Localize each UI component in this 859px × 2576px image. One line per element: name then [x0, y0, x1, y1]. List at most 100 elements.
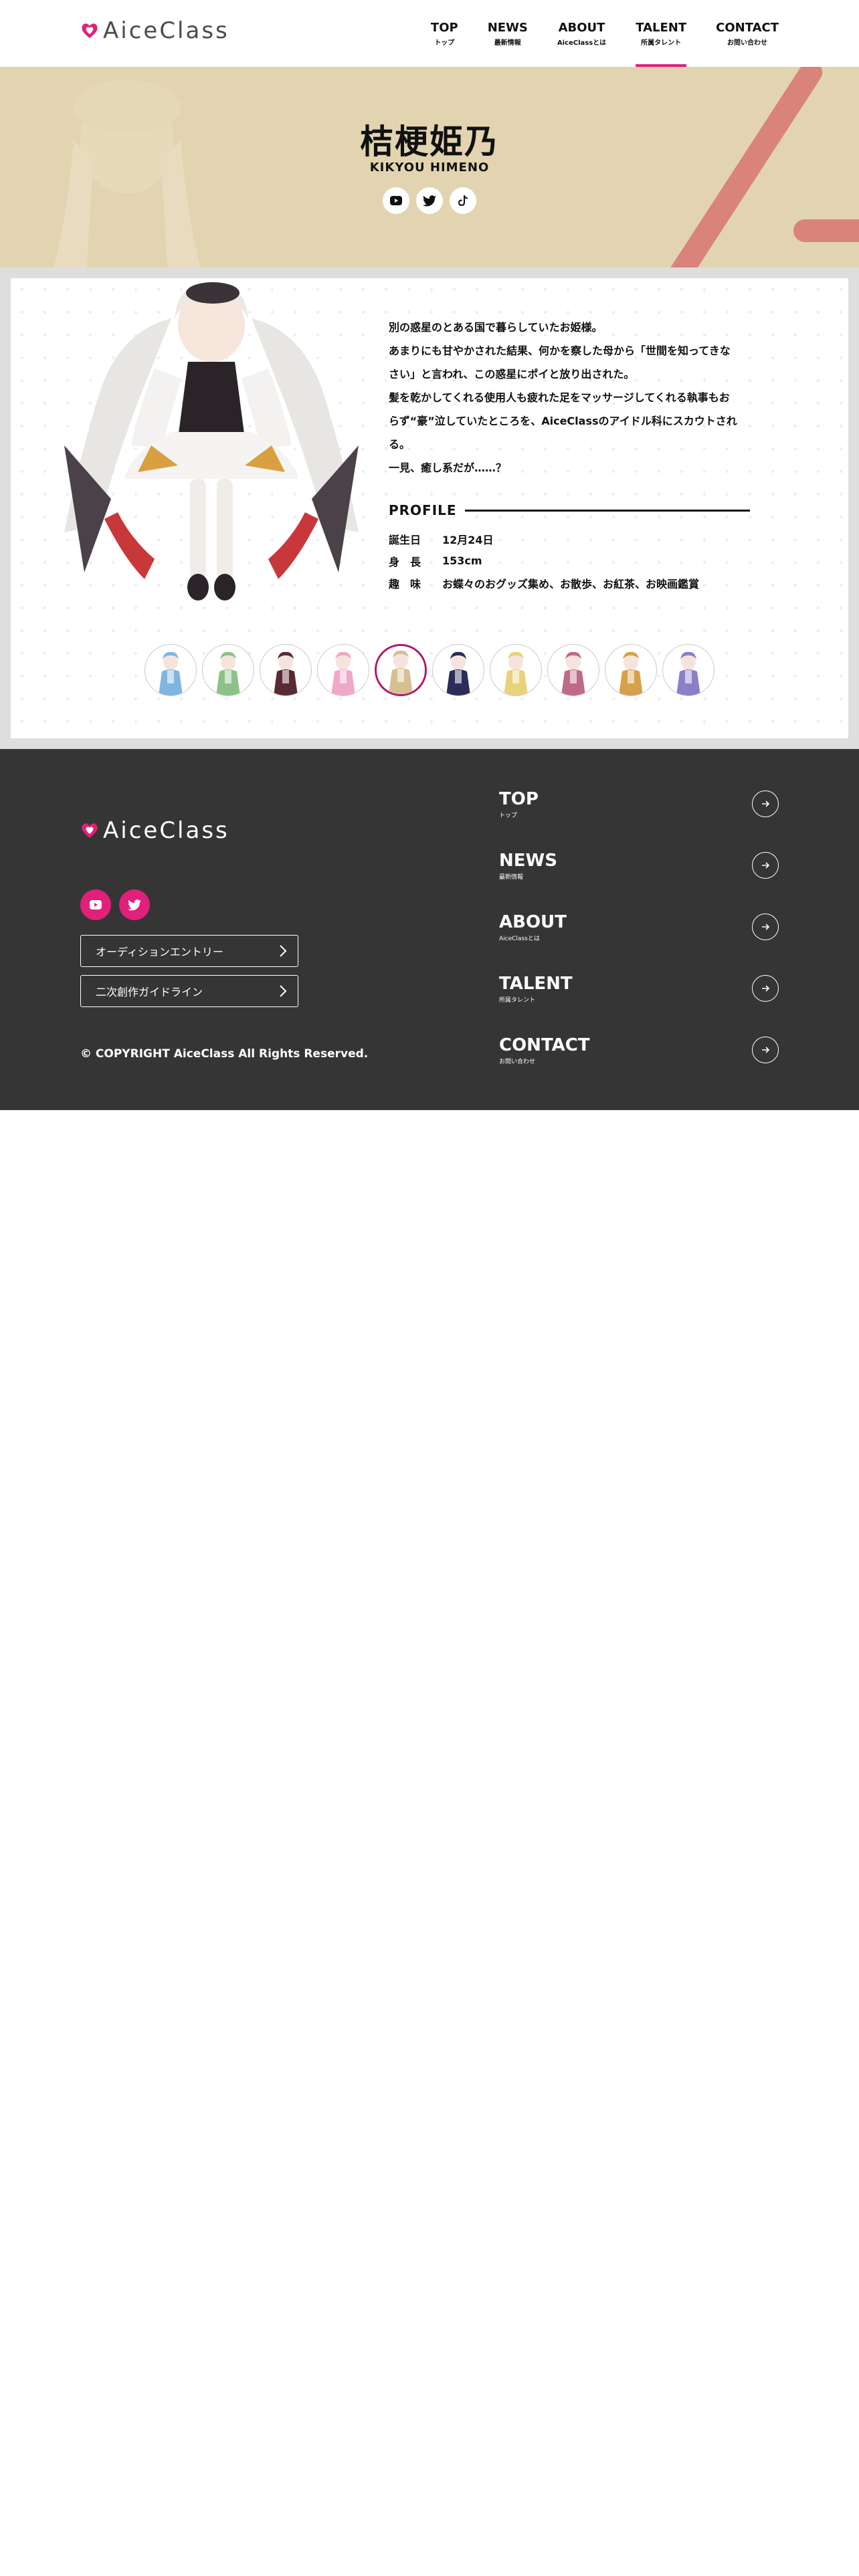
talent-thumbnail[interactable]: [145, 644, 197, 696]
talent-description: 別の惑星のとある国で暮らしていたお姫様。 あまりにも甘やかされた結果、何かを察し…: [389, 316, 750, 479]
nav-item-top[interactable]: TOP トップ: [416, 0, 473, 67]
heart-logo-icon: [82, 23, 98, 38]
profile-divider: [464, 509, 750, 512]
arrow-right-icon: [752, 975, 779, 1002]
talent-avatar-icon: [159, 651, 183, 695]
talent-profile-card: 別の惑星のとある国で暮らしていたお姫様。 あまりにも甘やかされた結果、何かを察し…: [11, 278, 848, 738]
talent-thumbnail[interactable]: [547, 644, 599, 696]
chevron-right-icon: [280, 945, 287, 957]
talent-avatar-icon: [446, 651, 470, 695]
footer-nav-top[interactable]: TOP トップ: [499, 773, 779, 835]
profile-row-height: 身 長 153cm: [389, 550, 699, 572]
talent-avatar-icon: [676, 651, 700, 695]
description-line: 髪を乾かしてくれる使用人も疲れた足をマッサージしてくれる執事もお: [389, 391, 730, 404]
footer-nav-about[interactable]: ABOUT AiceClassとは: [499, 896, 779, 958]
talent-thumbnail[interactable]: [605, 644, 657, 696]
logo-wordmark: AiceClass: [103, 817, 229, 844]
footer-nav-label: TOP: [499, 788, 539, 809]
youtube-link[interactable]: [383, 187, 409, 214]
heart-logo-icon: [82, 823, 98, 838]
twitter-icon: [128, 899, 141, 910]
nav-label: ABOUT: [558, 20, 605, 35]
decorative-stripe: [793, 219, 859, 242]
arrow-right-icon: [752, 1037, 779, 1063]
talent-thumbnail[interactable]: [202, 644, 254, 696]
talent-thumbnail[interactable]: [317, 644, 369, 696]
tiktok-link[interactable]: [450, 187, 476, 214]
talent-avatar-icon: [216, 651, 240, 695]
description-line: らず“豪”泣していたところを、AiceClassのアイドル科にスカウトされ: [389, 415, 737, 427]
profile-key: 誕生日: [389, 533, 421, 546]
nav-item-contact[interactable]: CONTACT お問い合わせ: [701, 0, 779, 67]
talent-thumbnail[interactable]: [432, 644, 484, 696]
audition-entry-button[interactable]: オーディションエントリー: [80, 935, 298, 967]
footer-nav-sublabel: 所属タレント: [499, 996, 536, 1004]
profile-value: 12月24日: [442, 533, 494, 546]
nav-sublabel: 所属タレント: [641, 39, 682, 47]
nav-item-about[interactable]: ABOUT AiceClassとは: [543, 0, 621, 67]
talent-content: 別の惑星のとある国で暮らしていたお姫様。 あまりにも甘やかされた結果、何かを察し…: [0, 267, 859, 749]
footer-nav-news[interactable]: NEWS 最新情報: [499, 835, 779, 896]
nav-sublabel: AiceClassとは: [557, 39, 607, 47]
talent-thumbnail[interactable]: [375, 644, 427, 696]
main-nav: TOP トップ NEWS 最新情報 ABOUT AiceClassとは TALE…: [416, 0, 779, 67]
nav-label: TALENT: [636, 20, 687, 35]
talent-thumbnail[interactable]: [662, 644, 714, 696]
footer-nav-label: ABOUT: [499, 911, 567, 932]
twitter-icon: [423, 195, 436, 206]
nav-label: TOP: [430, 20, 458, 35]
footer-nav-sublabel: お問い合わせ: [499, 1058, 536, 1065]
footer-twitter-link[interactable]: [119, 889, 150, 920]
description-line: さい」と言われ、この惑星にポイと放り出された。: [389, 368, 635, 381]
youtube-icon: [90, 900, 102, 909]
tiktok-icon: [458, 195, 468, 206]
fan-creation-guideline-button[interactable]: 二次創作ガイドライン: [80, 975, 298, 1007]
footer-logo[interactable]: AiceClass: [80, 817, 229, 844]
button-label: 二次創作ガイドライン: [96, 986, 203, 998]
talent-social-links: [0, 187, 859, 214]
chevron-right-icon: [280, 985, 287, 997]
footer-social-links: [80, 889, 150, 920]
talent-roman-name: KIKYOU HIMENO: [369, 160, 490, 175]
copyright-text: © COPYRIGHT AiceClass All Rights Reserve…: [80, 1047, 369, 1061]
twitter-link[interactable]: [416, 187, 443, 214]
nav-sublabel: お問い合わせ: [727, 39, 768, 47]
description-line: 別の惑星のとある国で暮らしていたお姫様。: [389, 321, 603, 334]
talent-avatar-icon: [389, 650, 413, 694]
profile-row-hobby: 趣 味 お蝶々のおグッズ集め、お散歩、お紅茶、お映画鑑賞: [389, 572, 699, 594]
footer-nav-contact[interactable]: CONTACT お問い合わせ: [499, 1019, 779, 1081]
talent-name: 桔梗姫乃: [360, 122, 499, 161]
profile-value: お蝶々のおグッズ集め、お散歩、お紅茶、お映画鑑賞: [442, 577, 700, 591]
profile-row-birthday: 誕生日 12月24日: [389, 528, 699, 550]
footer-nav-label: TALENT: [499, 973, 573, 994]
nav-sublabel: 最新情報: [494, 39, 521, 47]
footer-nav-label: CONTACT: [499, 1035, 590, 1055]
profile-table: 誕生日 12月24日 身 長 153cm 趣 味 お蝶々のおグッズ集め、お散歩、…: [389, 528, 699, 594]
youtube-icon: [390, 196, 402, 205]
arrow-right-icon: [752, 852, 779, 879]
footer-nav-sublabel: トップ: [499, 812, 518, 819]
nav-label: CONTACT: [716, 20, 779, 35]
nav-item-talent[interactable]: TALENT 所属タレント: [621, 0, 701, 67]
character-illustration: [64, 282, 359, 601]
footer-nav-sublabel: 最新情報: [499, 873, 524, 881]
site-header: AiceClass TOP トップ NEWS 最新情報 ABOUT AiceCl…: [0, 0, 859, 67]
profile-heading: PROFILE: [389, 502, 750, 518]
nav-label: NEWS: [487, 20, 528, 35]
site-logo[interactable]: AiceClass: [80, 17, 229, 44]
footer-youtube-link[interactable]: [80, 889, 111, 920]
talent-avatar-icon: [619, 651, 643, 695]
talent-thumbnail-list: [11, 644, 848, 696]
talent-thumbnail[interactable]: [490, 644, 542, 696]
footer-nav-talent[interactable]: TALENT 所属タレント: [499, 958, 779, 1019]
talent-avatar-icon: [561, 651, 585, 695]
profile-key: 趣 味: [389, 577, 421, 591]
logo-wordmark: AiceClass: [103, 17, 229, 44]
nav-item-news[interactable]: NEWS 最新情報: [473, 0, 543, 67]
talent-thumbnail[interactable]: [260, 644, 312, 696]
nav-sublabel: トップ: [434, 39, 455, 47]
description-line: る。: [389, 438, 411, 451]
arrow-right-icon: [752, 914, 779, 940]
profile-key: 身 長: [389, 555, 421, 568]
site-footer: AiceClass オーディションエントリー 二次創作ガイドライン © COPY…: [0, 749, 859, 1110]
